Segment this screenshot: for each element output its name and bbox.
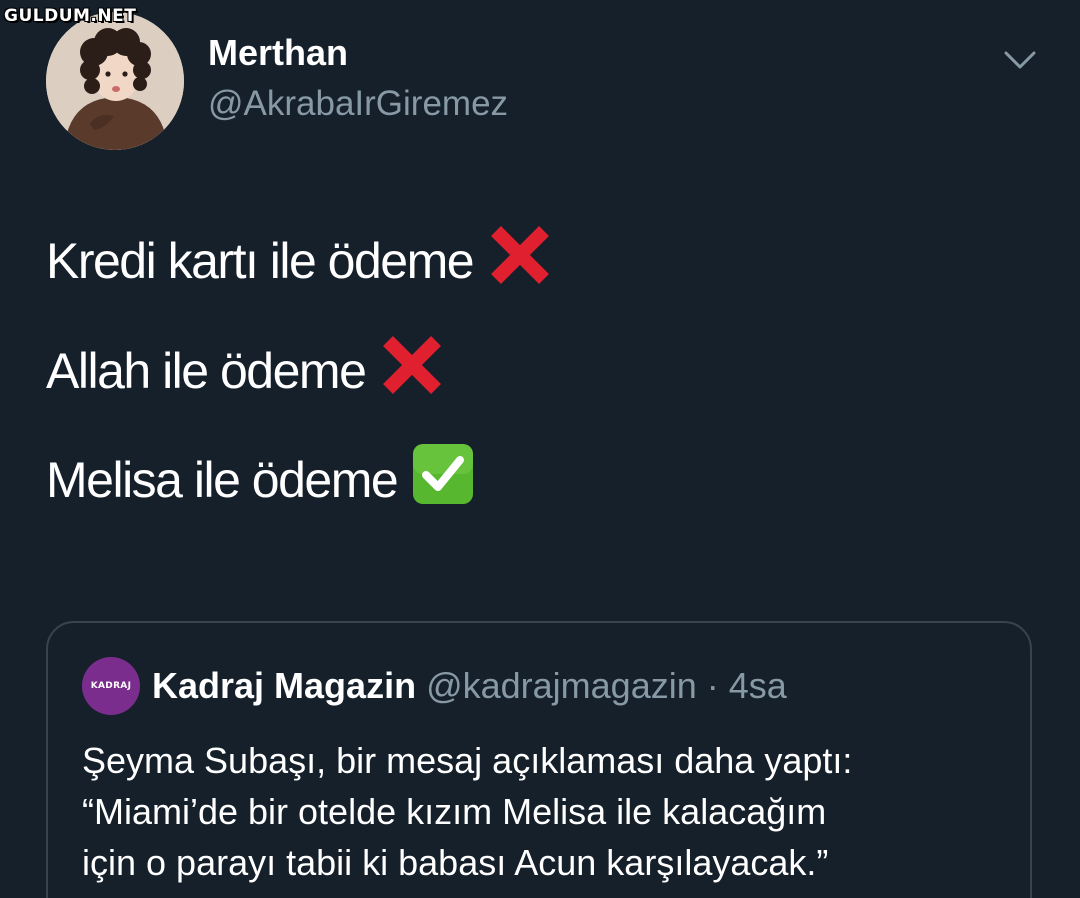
chevron-down-icon[interactable] [1002, 46, 1038, 74]
tweet-line-text: Allah ile ödeme [46, 343, 367, 399]
quoted-text-line: Şeyma Subaşı, bir mesaj açıklaması daha … [82, 740, 853, 781]
tweet-line: Kredi kartı ile ödeme [46, 222, 553, 300]
quoted-text-line: “Miami’de bir otelde kızım Melisa ile ka… [82, 791, 827, 832]
quoted-separator: · [706, 665, 719, 706]
display-name[interactable]: Merthan [208, 32, 348, 74]
watermark: GULDUM.NET [4, 6, 137, 26]
quoted-avatar-logo: KADRAJ [90, 680, 132, 691]
quoted-user-handle[interactable]: @kadrajmagazin [426, 665, 697, 706]
quoted-header: Kadraj Magazin @kadrajmagazin · 4sa [152, 665, 787, 707]
tweet-line-text: Kredi kartı ile ödeme [46, 233, 475, 289]
quoted-text-line: için o parayı tabii ki babası Acun karşı… [82, 842, 829, 883]
user-handle[interactable]: @AkrabaIrGiremez [208, 84, 508, 124]
avatar-image [46, 12, 184, 150]
tweet-line-text: Melisa ile ödeme [46, 452, 399, 508]
quoted-display-name[interactable]: Kadraj Magazin [152, 665, 416, 706]
quoted-timestamp[interactable]: 4sa [729, 665, 787, 706]
cross-mark-icon [487, 222, 553, 300]
quoted-tweet-text: Şeyma Subaşı, bir mesaj açıklaması daha … [82, 735, 1022, 888]
tweet-line: Allah ile ödeme [46, 332, 445, 410]
cross-mark-icon [379, 332, 445, 410]
tweet-screenshot: GULDUM.NET Merthan @AkrabaIrGiremez Kred… [0, 0, 1080, 898]
avatar[interactable] [46, 12, 184, 150]
quoted-avatar[interactable]: KADRAJ [82, 657, 140, 715]
quoted-tweet-card[interactable]: KADRAJ Kadraj Magazin @kadrajmagazin · 4… [46, 621, 1032, 898]
tweet-line: Melisa ile ödeme [46, 442, 475, 518]
check-mark-button-icon [411, 442, 475, 518]
